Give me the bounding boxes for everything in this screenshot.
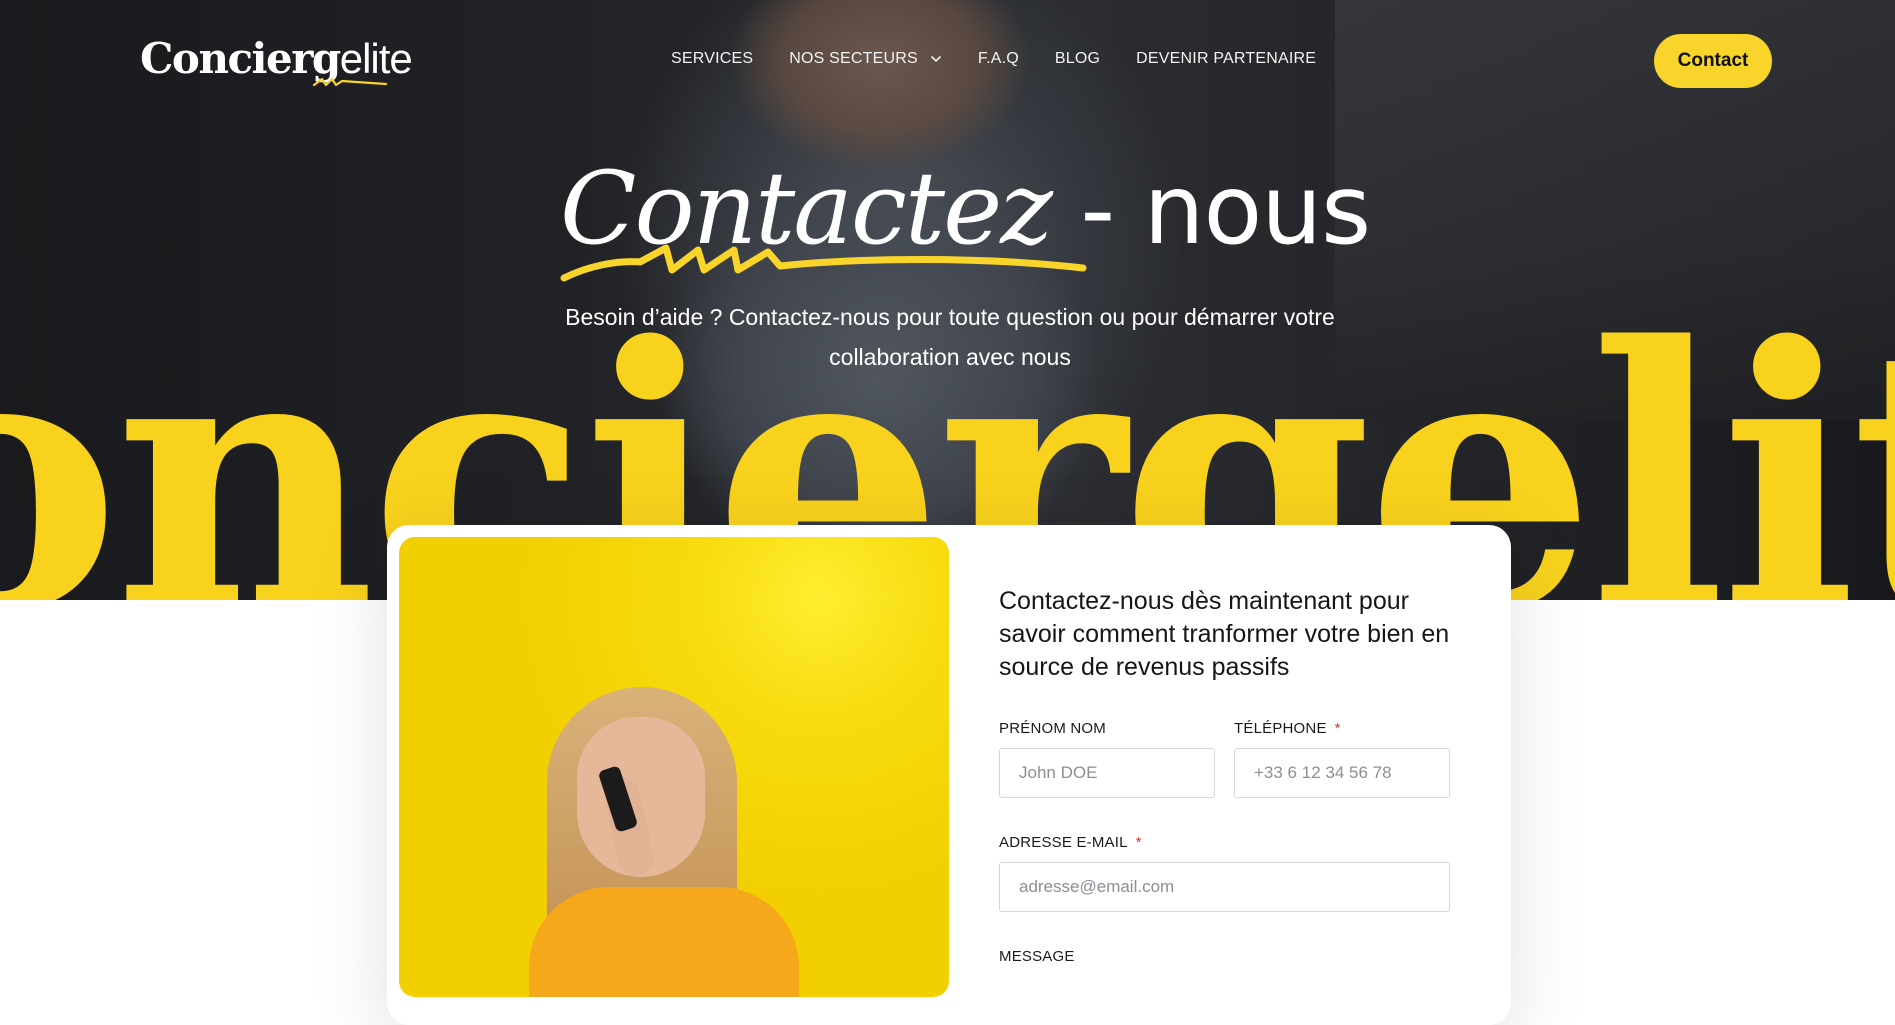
logo-light-text: elite [339,35,413,82]
required-mark: * [1135,834,1142,851]
menu-item-faq[interactable]: F.A.Q [978,50,1019,68]
logo-squiggle-icon [312,77,388,87]
name-input[interactable] [999,748,1215,798]
required-mark: * [1334,720,1341,737]
brand-logo[interactable]: Conciergelite [140,34,413,90]
hero-subtitle: Besoin d’aide ? Contactez-nous pour tout… [500,297,1400,377]
name-label: PRÉNOM NOM [999,720,1106,737]
menu-item-blog[interactable]: BLOG [1055,50,1100,68]
phone-field-group: TÉLÉPHONE * [1234,720,1450,798]
menu-item-label: BLOG [1054,50,1101,67]
menu-item-label: NOS SECTEURS [789,50,918,67]
phone-input[interactable] [1234,748,1450,798]
hero-subtitle-line: collaboration avec nous [829,344,1071,370]
email-input[interactable] [999,862,1450,912]
title-underline-squiggle-icon [560,244,1087,282]
logo-bold-text: Concierg [140,34,341,83]
form-heading: Contactez-nous dès maintenant pour savoi… [999,587,1450,681]
menu-item-nos-secteurs[interactable]: NOS SECTEURS [789,50,942,68]
menu-item-label: DEVENIR PARTENAIRE [1136,50,1317,67]
menu-item-label: F.A.Q [977,50,1019,67]
main-menu: SERVICES NOS SECTEURS F.A.Q BLOG DEVENIR… [671,50,1352,68]
name-field-group: PRÉNOM NOM [999,720,1215,798]
photo-shirt [529,887,799,997]
contact-button[interactable]: Contact [1654,34,1772,88]
email-field-group: ADRESSE E-MAIL * [999,834,1450,912]
email-label-row: ADRESSE E-MAIL * [999,834,1450,851]
contact-form: Contactez-nous dès maintenant pour savoi… [999,585,1469,965]
menu-item-label: SERVICES [671,50,754,67]
phone-label: TÉLÉPHONE [1234,720,1327,737]
menu-item-services[interactable]: SERVICES [671,50,753,68]
phone-label-row: TÉLÉPHONE * [1234,720,1450,737]
page-title-plain: - nous [1050,154,1372,266]
contact-card: Contactez-nous dès maintenant pour savoi… [387,525,1511,1025]
chevron-down-icon [930,55,941,63]
menu-item-devenir-partenaire[interactable]: DEVENIR PARTENAIRE [1136,50,1316,68]
hero-subtitle-line: Besoin d’aide ? Contactez-nous pour tout… [565,304,1335,330]
message-label: MESSAGE [999,948,1075,965]
message-field-group: MESSAGE [999,948,1075,965]
contact-photo [399,537,949,997]
email-label: ADRESSE E-MAIL [999,834,1128,851]
navbar: Conciergelite SERVICES NOS SECTEURS F.A.… [0,0,1895,120]
